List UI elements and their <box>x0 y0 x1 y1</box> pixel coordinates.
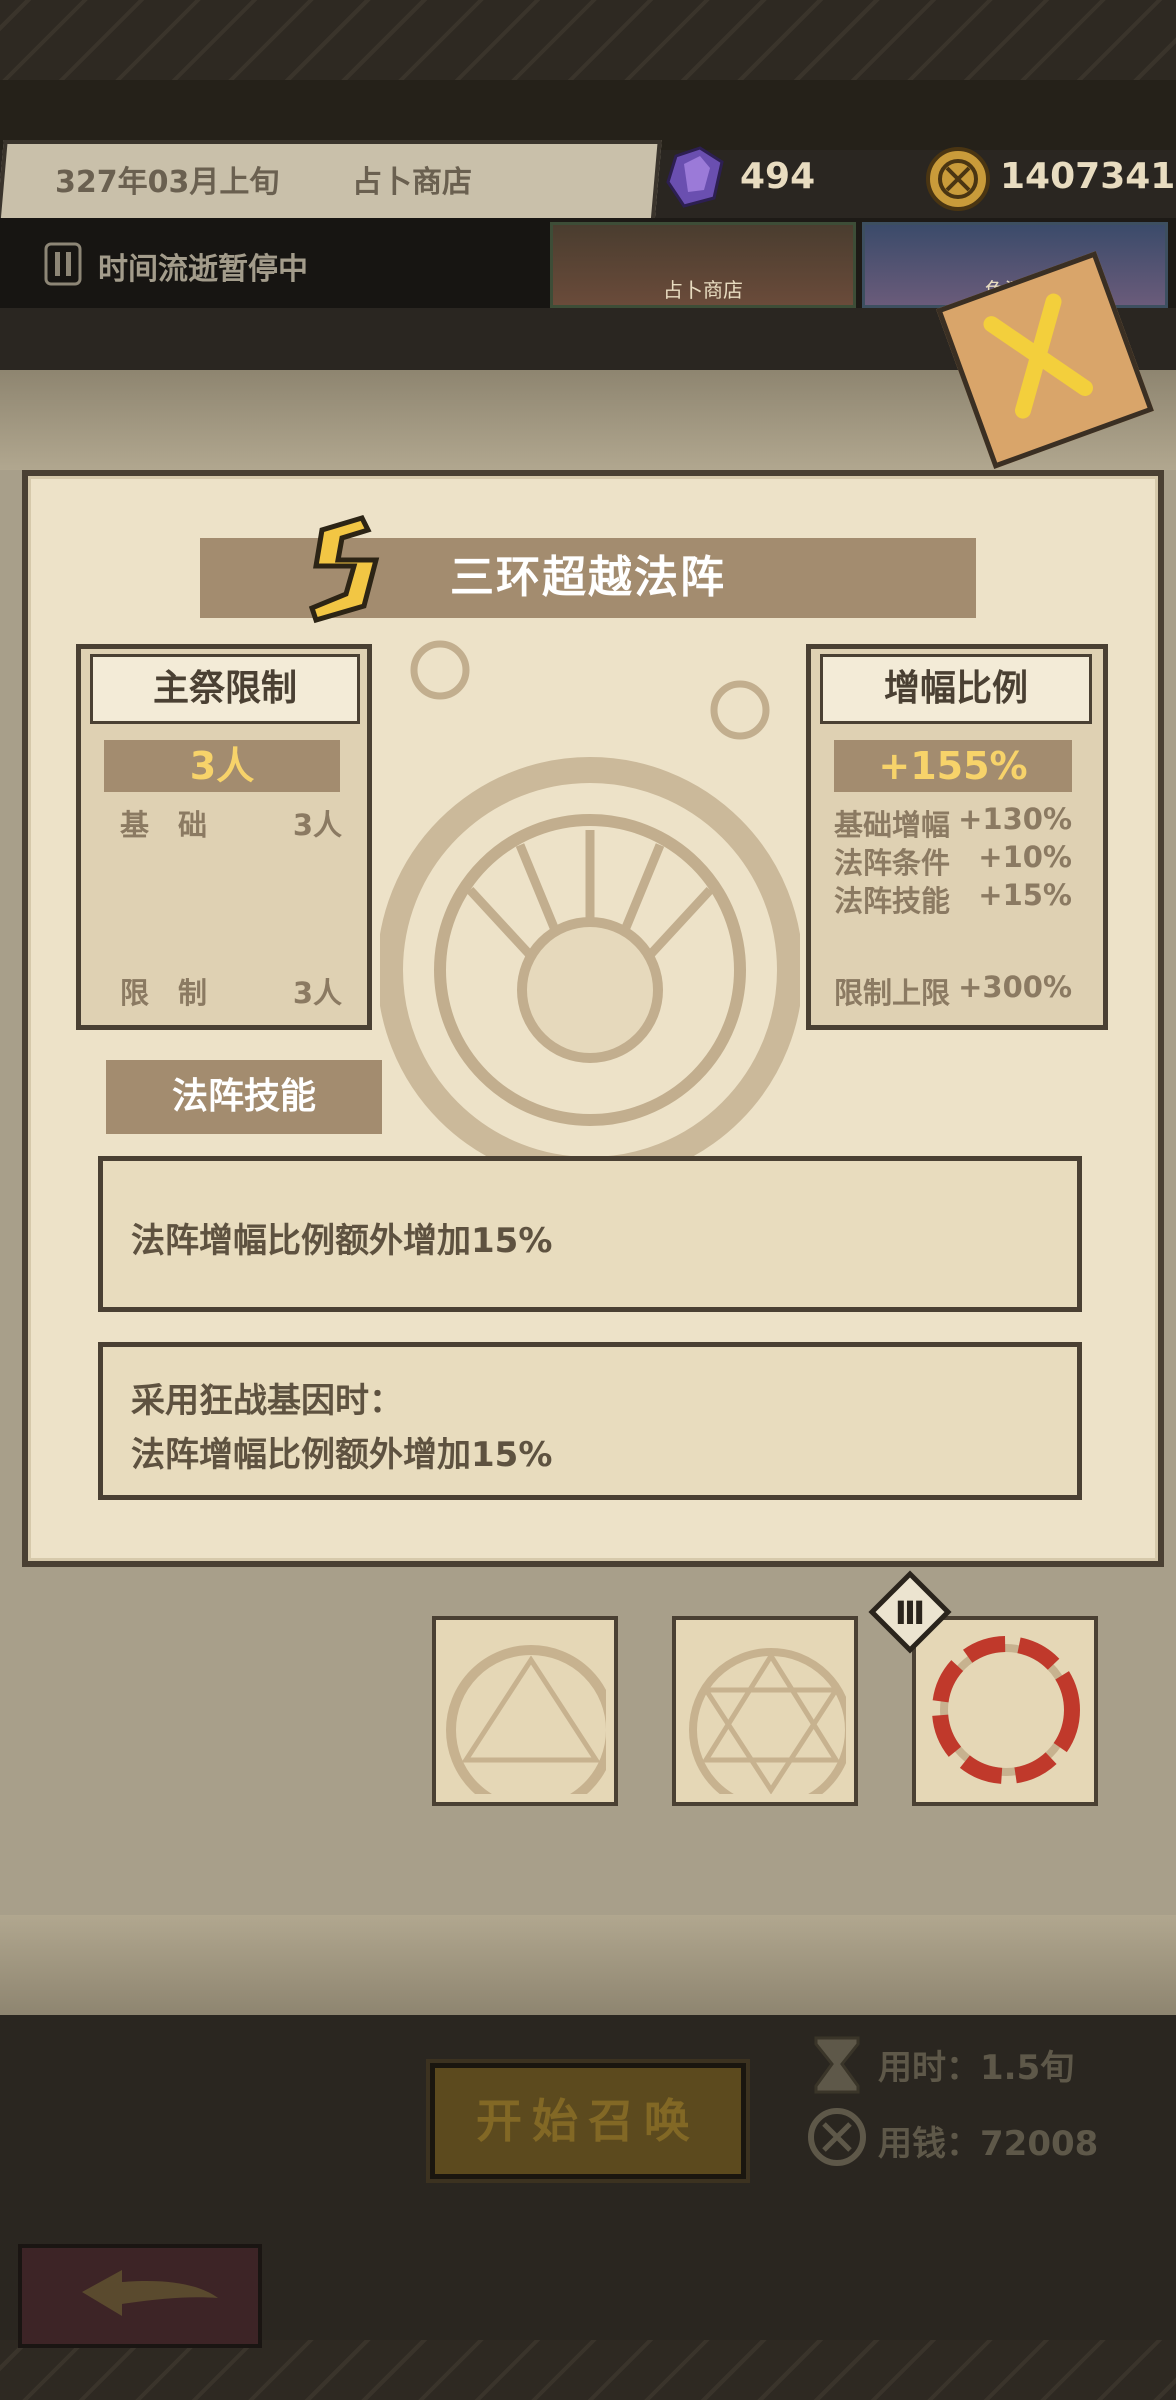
amplify-row-value: +130% <box>958 802 1072 836</box>
amplify-skill-row: 法阵技能 +15% <box>834 878 1072 920</box>
location-card-label: 占卜商店 <box>663 278 743 302</box>
priest-limit-heading: 主祭限制 <box>90 654 360 724</box>
skill-description-line: 采用狂战基因时： <box>131 1381 403 1421</box>
skill-description-line: 法阵增幅比例额外增加15% <box>131 1435 553 1475</box>
amplify-limit-row: 限制上限 +300% <box>834 970 1072 1012</box>
top-border-pattern <box>0 0 1176 80</box>
priest-base-label: 基 础 <box>120 808 208 842</box>
current-location: 占卜商店 <box>352 165 472 200</box>
amplify-ratio-value: +155% <box>834 740 1072 792</box>
back-button[interactable] <box>18 2244 262 2348</box>
hourglass-icon <box>814 2036 860 2094</box>
amplify-row-label: 法阵技能 <box>834 884 951 918</box>
amplify-base-row: 基础增幅 +130% <box>834 802 1072 844</box>
array-option-card[interactable] <box>672 1616 858 1812</box>
svg-text:Ⅲ: Ⅲ <box>895 1594 925 1632</box>
rank-badge-icon <box>308 515 380 624</box>
coin-count: 1407341 <box>1000 156 1176 197</box>
priest-limit-row: 限 制 3人 <box>120 970 342 1012</box>
coin-icon <box>926 147 990 211</box>
bottom-border-pattern <box>0 2340 1176 2400</box>
priest-limit-label: 限 制 <box>120 976 208 1010</box>
amplify-row-label: 基础增幅 <box>834 808 951 842</box>
skill-description-box: 法阵增幅比例额外增加15% <box>98 1156 1082 1312</box>
amplify-row-label: 法阵条件 <box>834 846 951 880</box>
skill-description-line: 法阵增幅比例额外增加15% <box>131 1221 553 1261</box>
amplify-ratio-heading: 增幅比例 <box>820 654 1092 724</box>
skill-description-box: 采用狂战基因时： 法阵增幅比例额外增加15% <box>98 1342 1082 1500</box>
priest-limit-value: 3人 <box>104 740 340 792</box>
amplify-row-value: +15% <box>978 878 1072 912</box>
pause-icon[interactable] <box>44 242 82 286</box>
amplify-condition-row: 法阵条件 +10% <box>834 840 1072 882</box>
back-arrow-icon <box>82 2270 218 2316</box>
array-option-card[interactable] <box>432 1616 618 1815</box>
priest-base-row: 基 础 3人 <box>120 802 342 844</box>
time-cost: 用时：1.5旬 <box>878 2048 1075 2088</box>
array-skill-tab: 法阵技能 <box>106 1060 382 1134</box>
crystal-icon <box>666 146 724 208</box>
magic-circle-icon <box>689 1648 853 1812</box>
priest-limit-max: 3人 <box>292 976 342 1010</box>
amplify-limit-label: 限制上限 <box>834 976 951 1010</box>
location-card-fortune-shop[interactable]: 占卜商店 <box>550 222 856 308</box>
coin-icon <box>808 2108 866 2166</box>
crystal-count: 494 <box>740 156 816 197</box>
pattern-band-bottom <box>0 1915 1176 2015</box>
rank-tag-icon: Ⅲ <box>868 1570 952 1654</box>
pause-status-text: 时间流逝暂停中 <box>98 252 308 287</box>
magic-circle-icon <box>446 1645 616 1815</box>
priest-base-value: 3人 <box>292 808 342 842</box>
game-date: 327年03月上旬 <box>55 165 280 200</box>
money-cost: 用钱：72008 <box>878 2124 1099 2164</box>
start-summon-button[interactable]: 开始召唤 <box>430 2063 746 2179</box>
amplify-row-value: +10% <box>978 840 1072 874</box>
magic-circle-watermark <box>380 640 800 1183</box>
amplify-limit-value: +300% <box>958 970 1072 1004</box>
